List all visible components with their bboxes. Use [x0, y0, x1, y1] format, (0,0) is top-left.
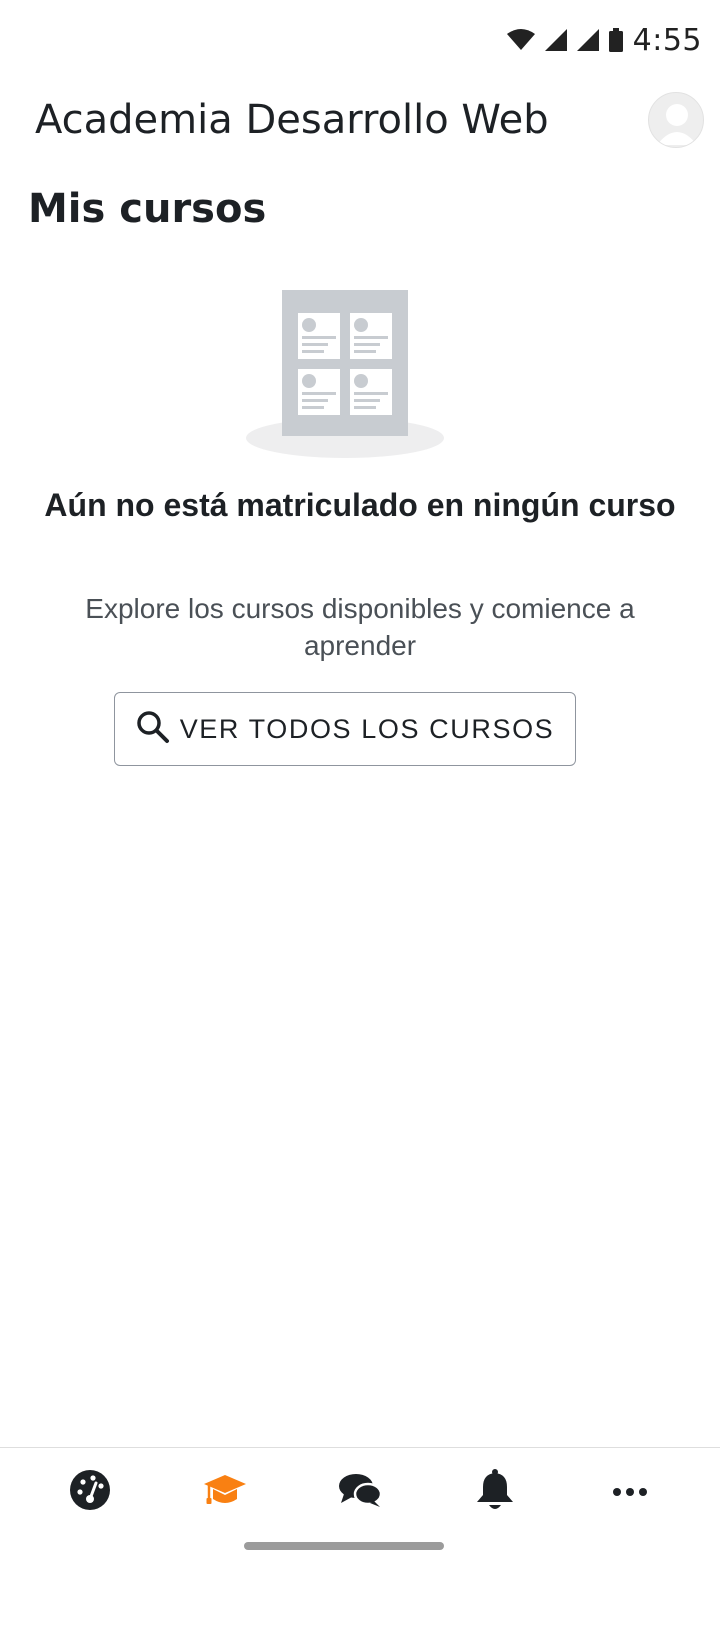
- signal-icon: [576, 29, 599, 51]
- signal-icon: [544, 29, 567, 51]
- more-dots-icon: [612, 1484, 648, 1502]
- view-all-courses-label: VER TODOS LOS CURSOS: [179, 713, 555, 744]
- bell-icon: [476, 1469, 514, 1516]
- battery-icon: [608, 28, 623, 52]
- user-avatar-icon[interactable]: [648, 92, 704, 148]
- status-time: 4:55: [632, 22, 702, 58]
- bottom-navigation: [0, 1447, 720, 1537]
- site-title: Academia Desarrollo Web: [35, 97, 549, 143]
- search-icon: [136, 710, 170, 749]
- home-indicator[interactable]: [244, 1542, 444, 1550]
- dashboard-gauge-icon: [69, 1469, 111, 1516]
- wifi-icon: [506, 29, 535, 51]
- course-grid-illustration: [244, 286, 448, 462]
- page-title: Mis cursos: [28, 186, 267, 232]
- nav-more[interactable]: [582, 1453, 678, 1533]
- empty-state-description: Explore los cursos disponibles y comienc…: [85, 593, 635, 661]
- nav-notifications[interactable]: [447, 1453, 543, 1533]
- app-header: Academia Desarrollo Web: [0, 80, 720, 160]
- empty-state-title: Aún no está matriculado en ningún curso: [44, 487, 676, 523]
- status-bar: 4:55: [0, 0, 720, 80]
- nav-my-courses[interactable]: [177, 1453, 273, 1533]
- graduation-cap-icon: [203, 1473, 247, 1512]
- app-screen: 4:55 Academia Desarrollo Web Mis cursos: [0, 0, 720, 1640]
- view-all-courses-button[interactable]: VER TODOS LOS CURSOS: [114, 692, 576, 766]
- nav-messages[interactable]: [312, 1453, 408, 1533]
- chat-bubbles-icon: [338, 1472, 383, 1513]
- nav-dashboard[interactable]: [42, 1453, 138, 1533]
